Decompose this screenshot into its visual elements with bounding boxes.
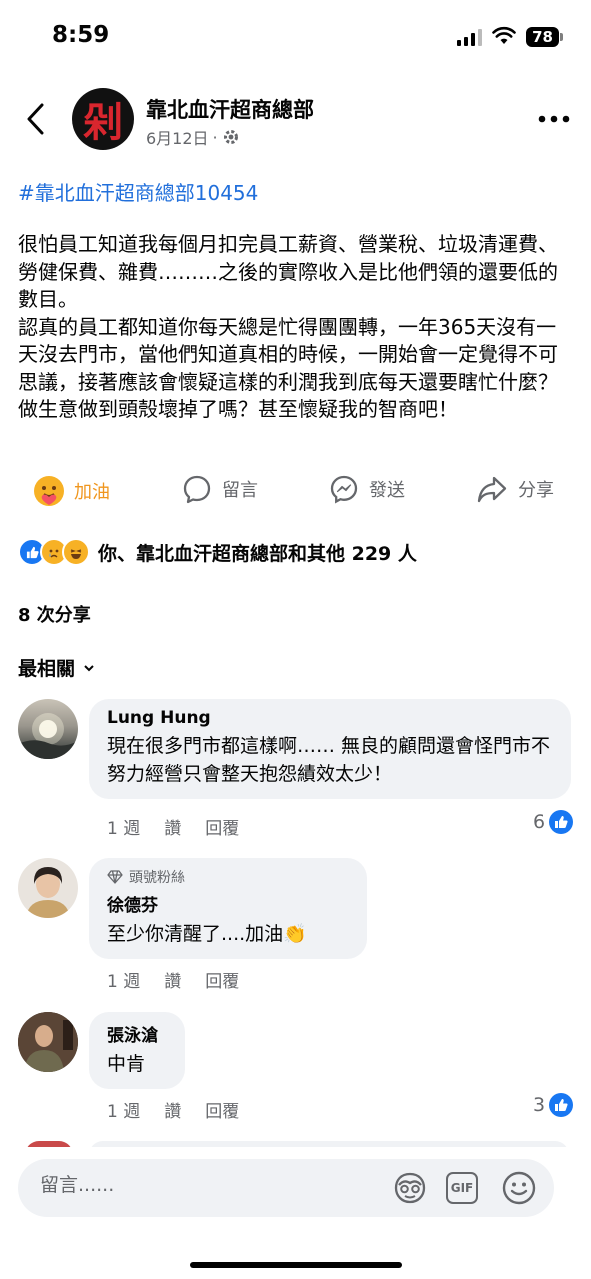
comment-meta: 1 週 讚 回覆 bbox=[107, 1097, 239, 1122]
comment-reply-button[interactable]: 回覆 bbox=[205, 1097, 239, 1122]
comment-time: 1 週 bbox=[107, 1102, 141, 1122]
commenter-name[interactable]: Lung Hung bbox=[107, 708, 553, 728]
send-button[interactable]: 發送 bbox=[329, 474, 405, 504]
comment-text: 中肯 bbox=[107, 1053, 146, 1075]
care-reaction-icon bbox=[34, 476, 64, 506]
meta-separator: · bbox=[212, 127, 218, 147]
haha-reaction-icon bbox=[62, 538, 90, 566]
share-label: 分享 bbox=[518, 480, 554, 501]
reaction-summary[interactable]: 你、靠北血汗超商總部和其他 229 人 bbox=[18, 538, 417, 566]
comment-like-button[interactable]: 讚 bbox=[164, 1097, 181, 1122]
like-thumb-icon bbox=[549, 1093, 574, 1117]
post-meta[interactable]: 6月12日 · bbox=[146, 125, 240, 149]
cellular-signal-icon bbox=[457, 29, 482, 46]
wifi-icon bbox=[492, 26, 516, 44]
chevron-down-icon bbox=[84, 664, 94, 671]
gif-icon[interactable]: GIF bbox=[446, 1172, 478, 1204]
comment-composer[interactable]: GIF bbox=[18, 1159, 554, 1217]
hashtag-link[interactable]: #靠北血汗超商總部10454 bbox=[18, 177, 258, 206]
back-arrow-icon[interactable] bbox=[25, 102, 47, 136]
reaction-icons bbox=[18, 538, 90, 566]
comment-label: 留言 bbox=[222, 480, 258, 501]
status-time: 8:59 bbox=[52, 22, 110, 48]
more-options-icon[interactable] bbox=[538, 115, 570, 123]
comment-like-button[interactable]: 讚 bbox=[164, 814, 181, 839]
commenter-name[interactable]: 張泳滄 bbox=[107, 1021, 167, 1046]
comment-icon bbox=[183, 475, 211, 504]
comment-time: 1 週 bbox=[107, 972, 141, 992]
comment-like-count[interactable]: 3 bbox=[533, 1093, 574, 1117]
page-avatar[interactable]: 剁 bbox=[72, 88, 134, 150]
comment-bubble[interactable]: Lung Hung 現在很多門市都這樣啊…… 無良的顧問還會怪門市不努力經營只會… bbox=[89, 699, 571, 799]
battery-tip bbox=[560, 33, 563, 41]
comment-bubble[interactable]: 頭號粉絲 徐德芬 至少你清醒了....加油👏 bbox=[89, 858, 367, 959]
diamond-icon bbox=[107, 870, 123, 884]
comment-meta: 1 週 讚 回覆 bbox=[107, 967, 239, 992]
comment-like-count[interactable]: 6 bbox=[533, 810, 574, 834]
send-label: 發送 bbox=[369, 480, 405, 501]
emoji-icon[interactable] bbox=[501, 1170, 537, 1206]
comment-time: 1 週 bbox=[107, 819, 141, 839]
comment-text: 現在很多門市都這樣啊…… 無良的顧問還會怪門市不努力經營只會整天抱怨績效太少！ bbox=[107, 735, 551, 785]
gear-icon bbox=[223, 130, 238, 144]
battery-indicator: 78 bbox=[526, 27, 559, 47]
share-arrow-icon bbox=[477, 476, 507, 503]
messenger-icon bbox=[330, 475, 358, 504]
commenter-avatar[interactable] bbox=[18, 1012, 78, 1072]
comment-input[interactable] bbox=[38, 1173, 372, 1197]
post-text: 很怕員工知道我每個月扣完員工薪資、營業稅、垃圾清運費、勞健保費、雜費………之後的… bbox=[18, 232, 558, 421]
commenter-avatar[interactable] bbox=[18, 858, 78, 918]
comment-reply-button[interactable]: 回覆 bbox=[205, 967, 239, 992]
comment-sort-dropdown[interactable]: 最相關 bbox=[18, 654, 95, 681]
share-button[interactable]: 分享 bbox=[476, 474, 554, 504]
sort-label: 最相關 bbox=[18, 658, 76, 680]
post-date: 6月12日 bbox=[146, 129, 209, 148]
comment-bubble[interactable]: 張泳滄 中肯 bbox=[89, 1012, 185, 1089]
like-count-number: 6 bbox=[533, 811, 546, 833]
avatar-sticker-icon[interactable] bbox=[392, 1171, 428, 1205]
commenter-name[interactable]: 徐德芬 bbox=[107, 891, 349, 916]
badge-label: 頭號粉絲 bbox=[129, 870, 185, 886]
care-button[interactable]: 加油 bbox=[32, 474, 110, 508]
comment-reply-button[interactable]: 回覆 bbox=[205, 814, 239, 839]
like-thumb-icon bbox=[549, 810, 574, 834]
reaction-summary-text: 你、靠北血汗超商總部和其他 229 人 bbox=[98, 542, 417, 565]
comment-like-button[interactable]: 讚 bbox=[164, 967, 181, 992]
comment-meta: 1 週 讚 回覆 bbox=[107, 814, 239, 839]
home-indicator bbox=[190, 1262, 402, 1268]
like-count-number: 3 bbox=[533, 1094, 546, 1116]
care-label: 加油 bbox=[74, 482, 110, 503]
share-count[interactable]: 8 次分享 bbox=[18, 601, 91, 627]
commenter-avatar[interactable] bbox=[18, 699, 78, 759]
top-fan-badge: 頭號粉絲 bbox=[107, 867, 349, 887]
comment-button[interactable]: 留言 bbox=[182, 474, 258, 504]
page-name[interactable]: 靠北血汗超商總部 bbox=[146, 94, 314, 124]
comment-text: 至少你清醒了....加油👏 bbox=[107, 923, 307, 945]
